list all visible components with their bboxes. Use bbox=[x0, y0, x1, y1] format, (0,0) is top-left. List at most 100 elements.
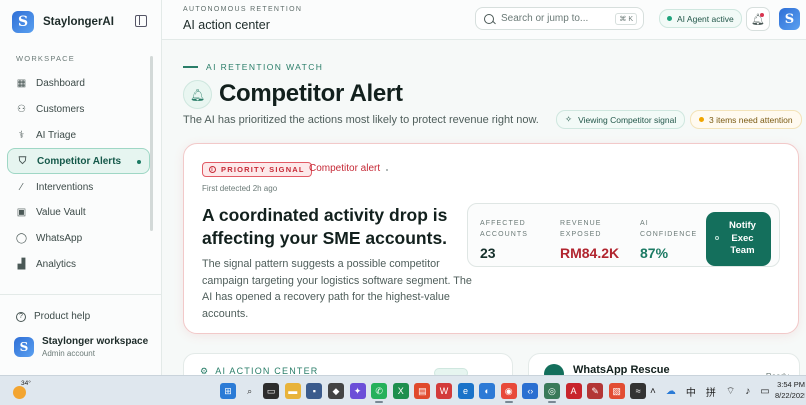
wifi-icon[interactable]: ⌔ bbox=[726, 385, 735, 398]
sidebar: S StaylongerAI WORKSPACE ▦ Dashboard ⚇ C… bbox=[0, 0, 162, 375]
ime-mode[interactable]: 拼 bbox=[706, 384, 716, 399]
sidebar-nav: ▦ Dashboard ⚇ Customers ⚕ AI Triage ⛉ Co… bbox=[7, 71, 150, 277]
sidebar-item-label: Customers bbox=[36, 104, 85, 116]
page-kicker-label: AI RETENTION WATCH bbox=[206, 62, 324, 72]
metric-revenue-exposed: REVENUE EXPOSED RM84.2K bbox=[560, 219, 619, 261]
sidebar-item-dashboard[interactable]: ▦ Dashboard bbox=[7, 71, 150, 97]
app-icon[interactable]: ▪ bbox=[306, 383, 323, 399]
wand-icon: ⁄ bbox=[20, 181, 23, 193]
acrobat-icon[interactable]: A bbox=[565, 383, 582, 399]
onedrive-icon[interactable]: ☁ bbox=[666, 386, 676, 397]
app-icon[interactable]: ≈ bbox=[630, 383, 647, 399]
page-title: Competitor Alert bbox=[219, 80, 403, 107]
vscode-icon[interactable]: ‹› bbox=[522, 383, 539, 399]
help-icon: ? bbox=[16, 311, 26, 322]
windows-start-icon[interactable]: ⊞ bbox=[220, 383, 236, 399]
copilot-icon[interactable]: ✦ bbox=[349, 383, 366, 399]
metric-label: REVENUE EXPOSED bbox=[560, 219, 619, 240]
sidebar-item-label: WhatsApp bbox=[36, 233, 83, 245]
clock-time: 3:54 PM bbox=[777, 380, 805, 389]
workspace-name: Staylonger workspace bbox=[42, 336, 149, 347]
kicker-line bbox=[183, 66, 198, 68]
brand[interactable]: S StaylongerAI bbox=[12, 11, 114, 33]
sidebar-item-label: Competitor Alerts bbox=[37, 155, 122, 167]
clock-date: 8/22/2025 bbox=[775, 391, 805, 400]
sidebar-item-ai-triage[interactable]: ⚕ AI Triage bbox=[7, 123, 150, 149]
notifications-button[interactable]: 🔔︎ bbox=[746, 7, 770, 31]
priority-signal-label: PRIORITY SIGNAL bbox=[221, 165, 305, 174]
alert-headline: A coordinated activity drop is affecting… bbox=[202, 205, 448, 248]
metric-affected-accounts: AFFECTED ACCOUNTS 23 bbox=[480, 219, 528, 261]
sidebar-collapse-icon[interactable] bbox=[135, 15, 147, 27]
search-icon[interactable]: ⌕ bbox=[242, 383, 258, 399]
workspace-logo: S bbox=[14, 337, 34, 357]
app-icon[interactable]: ◆ bbox=[327, 383, 344, 399]
metric-label-line: ACCOUNTS bbox=[480, 230, 529, 238]
page-kicker: AI RETENTION WATCH bbox=[183, 62, 323, 72]
app-icon[interactable]: ◐ bbox=[479, 383, 496, 399]
product-help-label: Product help bbox=[34, 311, 91, 322]
notify-exec-team-button[interactable]: Notify Exec Team bbox=[706, 212, 771, 266]
sidebar-scrollbar[interactable] bbox=[150, 56, 153, 231]
app-icon[interactable]: ◎ bbox=[543, 383, 560, 403]
sidebar-item-competitor-alerts[interactable]: ⛉ Competitor Alerts bbox=[7, 148, 150, 175]
app-icon[interactable]: ▧ bbox=[608, 383, 625, 399]
brand-logo: S bbox=[12, 11, 34, 33]
workspace-role: Admin account bbox=[42, 349, 95, 358]
ai-triage-icon: ⚕ bbox=[18, 129, 25, 141]
header-title: AI action center bbox=[183, 18, 270, 32]
top-header: AUTONOMOUS RETENTION AI action center Se… bbox=[162, 0, 806, 40]
volume-icon[interactable]: ♪ bbox=[745, 386, 750, 397]
status-dot bbox=[667, 16, 672, 21]
grid-icon: ▦ bbox=[16, 78, 27, 90]
chat-bubble-icon: ◯ bbox=[15, 233, 28, 245]
product-help-link[interactable]: ? Product help bbox=[16, 311, 90, 322]
system-clock[interactable]: 3:54 PM 8/22/2025 bbox=[775, 379, 805, 401]
chevron-up-icon[interactable]: ˄ bbox=[650, 386, 656, 397]
sidebar-item-value-vault[interactable]: ▣ Value Vault bbox=[7, 200, 150, 226]
excel-icon[interactable]: X bbox=[392, 383, 409, 399]
metric-label-line: REVENUE bbox=[560, 220, 602, 227]
sidebar-item-analytics[interactable]: ▟ Analytics bbox=[7, 252, 150, 278]
active-indicator-dot bbox=[137, 160, 141, 165]
metric-label-line: CONFIDENCE bbox=[640, 230, 698, 238]
search-input[interactable]: Search or jump to... ⌘ K bbox=[475, 7, 644, 30]
notification-dot bbox=[760, 13, 764, 17]
search-placeholder: Search or jump to... bbox=[501, 13, 589, 24]
notify-button-line: Notify bbox=[729, 220, 756, 232]
metric-ai-confidence: AI CONFIDENCE 87% bbox=[640, 219, 697, 261]
sidebar-item-customers[interactable]: ⚇ Customers bbox=[7, 97, 150, 123]
divider bbox=[0, 294, 161, 295]
priority-signal-badge: i PRIORITY SIGNAL bbox=[202, 162, 312, 177]
sidebar-item-whatsapp[interactable]: ◯ WhatsApp bbox=[7, 226, 150, 252]
shield-icon: ⛉ bbox=[18, 155, 27, 167]
whatsapp-icon[interactable]: ✆ bbox=[371, 383, 388, 403]
workspace-switcher[interactable]: S Staylonger workspace Admin account bbox=[14, 336, 148, 358]
app-icon[interactable]: ✎ bbox=[587, 383, 604, 399]
avatar[interactable]: S bbox=[779, 8, 800, 30]
metric-label-line: EXPOSED bbox=[560, 230, 602, 238]
detected-timestamp: First detected 2h ago bbox=[202, 184, 278, 193]
sun-icon bbox=[13, 386, 26, 399]
attention-badge[interactable]: 3 items need attention bbox=[690, 110, 802, 129]
edge-icon[interactable]: e bbox=[457, 383, 474, 399]
battery-icon[interactable]: ▭ bbox=[760, 386, 769, 397]
task-view-icon[interactable]: ▭ bbox=[263, 383, 280, 399]
app-icon[interactable]: ▤ bbox=[414, 383, 431, 399]
input-language[interactable]: 中 bbox=[686, 384, 696, 399]
weather-widget[interactable]: 34° bbox=[12, 380, 32, 401]
file-explorer-icon[interactable]: ▬ bbox=[284, 383, 301, 399]
viewing-signal-badge[interactable]: ✧ Viewing Competitor signal bbox=[556, 110, 686, 129]
metric-label: AFFECTED ACCOUNTS bbox=[480, 219, 528, 240]
taskbar-apps: ⊞ ⌕ ▭ ▬ ▪ ◆ ✦ ✆ X ▤ W e ◐ ◉ ‹› ◎ A ✎ ▧ ≈ bbox=[220, 383, 647, 403]
chrome-icon[interactable]: ◉ bbox=[500, 383, 517, 403]
metric-value: 23 bbox=[480, 245, 496, 261]
sidebar-item-label: Dashboard bbox=[36, 78, 85, 90]
sidebar-item-interventions[interactable]: ⁄ Interventions bbox=[7, 174, 150, 200]
app-icon[interactable]: W bbox=[435, 383, 452, 399]
viewing-signal-label: Viewing Competitor signal bbox=[578, 114, 677, 125]
sidebar-section-label: WORKSPACE bbox=[16, 54, 76, 63]
notify-button-line: Team bbox=[730, 245, 755, 257]
attention-label: 3 items need attention bbox=[709, 114, 793, 125]
metric-label-line: AI bbox=[640, 220, 649, 227]
